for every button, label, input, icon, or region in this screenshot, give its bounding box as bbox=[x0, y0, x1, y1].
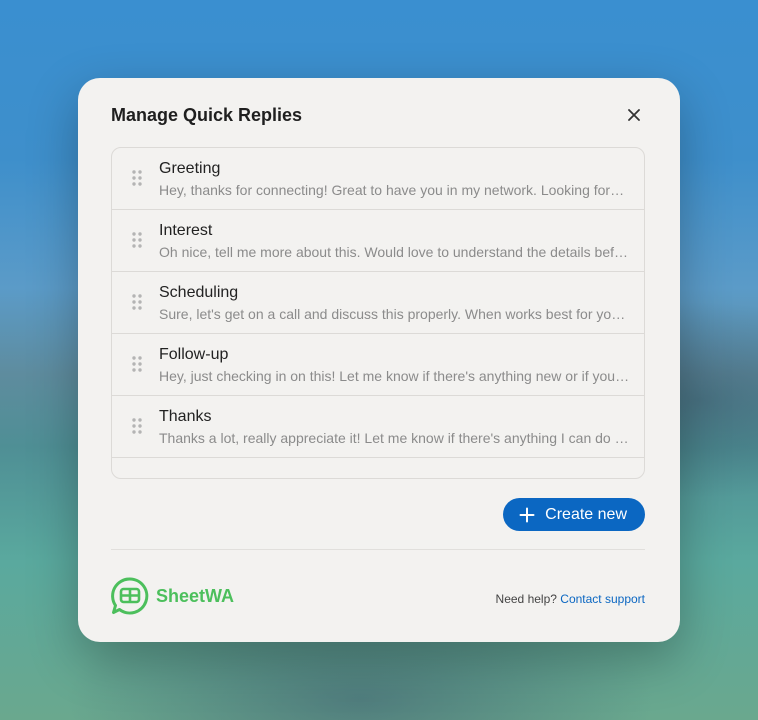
close-icon bbox=[628, 109, 640, 121]
drag-handle-icon[interactable] bbox=[132, 418, 142, 434]
reply-title: Interest bbox=[159, 222, 213, 239]
reply-title: Thanks bbox=[159, 408, 212, 425]
dialog-title: Manage Quick Replies bbox=[111, 105, 303, 125]
reply-preview: Sure, let's get on a call and discuss th… bbox=[159, 306, 631, 322]
help-section: Need help? Contact support bbox=[496, 592, 645, 606]
create-new-button[interactable]: Create new bbox=[503, 498, 645, 531]
drag-handle-icon[interactable] bbox=[132, 170, 142, 186]
close-button[interactable] bbox=[624, 105, 644, 125]
quick-replies-dialog: Manage Quick Replies Greeting Hey, thank… bbox=[78, 78, 680, 642]
contact-support-link[interactable]: Contact support bbox=[560, 592, 645, 606]
reply-title: Scheduling bbox=[159, 284, 239, 301]
list-item[interactable]: Scheduling Sure, let's get on a call and… bbox=[112, 272, 644, 334]
reply-preview: Thanks a lot, really appreciate it! Let … bbox=[159, 430, 631, 446]
sheetwa-logo-icon bbox=[111, 577, 149, 615]
drag-handle-icon[interactable] bbox=[132, 232, 142, 248]
drag-handle-icon[interactable] bbox=[132, 356, 142, 372]
brand-name: SheetWA bbox=[156, 585, 235, 606]
reply-preview: Hey, thanks for connecting! Great to hav… bbox=[159, 182, 631, 198]
list-item[interactable]: Thanks Thanks a lot, really appreciate i… bbox=[112, 396, 644, 458]
list-item[interactable]: Greeting Hey, thanks for connecting! Gre… bbox=[112, 148, 644, 210]
list-item[interactable]: Interest Oh nice, tell me more about thi… bbox=[112, 210, 644, 272]
reply-preview: Hey, just checking in on this! Let me kn… bbox=[159, 368, 631, 384]
footer-divider bbox=[111, 549, 645, 550]
plus-icon bbox=[519, 507, 535, 522]
create-new-label: Create new bbox=[545, 505, 627, 523]
brand-logo: SheetWA bbox=[110, 576, 234, 616]
reply-title: Greeting bbox=[159, 160, 221, 177]
reply-preview: Oh nice, tell me more about this. Would … bbox=[159, 244, 631, 260]
list-item[interactable]: Follow-up Hey, just checking in on this!… bbox=[112, 334, 644, 396]
quick-replies-list: Greeting Hey, thanks for connecting! Gre… bbox=[111, 147, 645, 479]
drag-handle-icon[interactable] bbox=[132, 294, 142, 310]
help-text: Need help? bbox=[495, 592, 557, 606]
reply-title: Follow-up bbox=[159, 346, 229, 363]
